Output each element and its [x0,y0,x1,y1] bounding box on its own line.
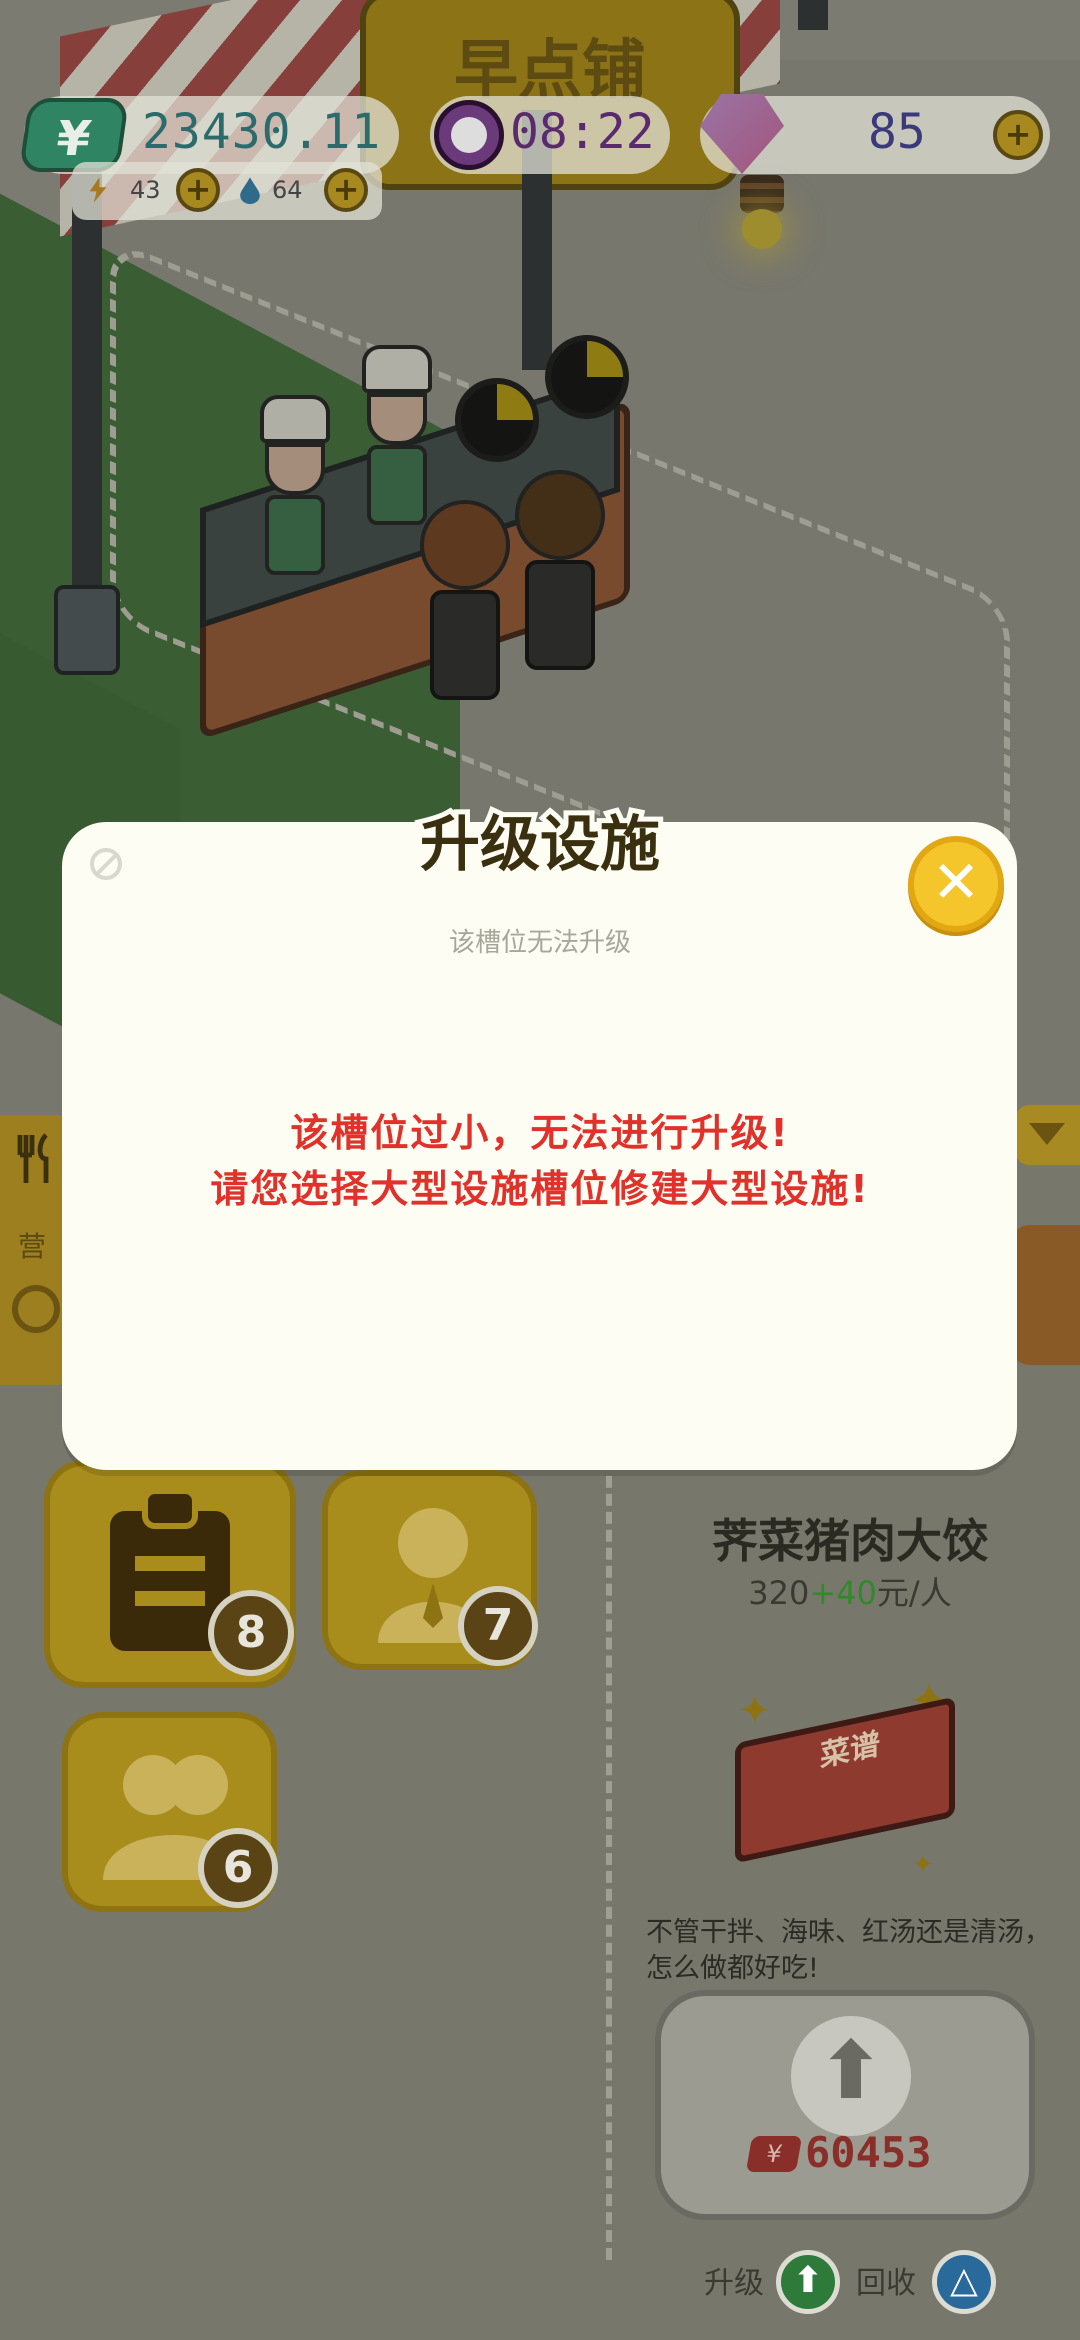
dialog-subtitle: 该槽位无法升级 [448,928,631,958]
staff-tile[interactable]: 7 [322,1470,538,1670]
add-energy-button[interactable]: + [176,168,220,212]
home-icon [12,1285,60,1333]
water-drop-icon [240,177,260,204]
add-gems-button[interactable]: + [993,110,1043,160]
money-value: 23430.11 [142,104,382,160]
recycle-button[interactable]: △ [932,2250,996,2314]
dish-price: 320+40元/人 [650,1568,1050,1614]
sparkle-icon: ✦ [912,1850,934,1880]
lightning-icon [89,177,107,203]
customers-count-badge: 6 [198,1828,278,1908]
dish-price-bonus: +40 [809,1574,877,1612]
orders-count-badge: 8 [208,1590,294,1676]
arrow-up-icon: ⬆ [791,2016,911,2136]
dish-price-base: 320 [748,1574,810,1612]
gem-value: 85 [868,104,926,160]
dialog-message-line-1: 该槽位过小，无法进行升级! [290,1111,790,1155]
upgrade-label: 升级 [704,2266,764,2301]
facility-preview-card[interactable] [1010,1225,1080,1365]
staff-count-badge: 7 [458,1586,538,1666]
orders-tile[interactable]: 8 [44,1460,296,1688]
upgrade-cost: 60453 [805,2128,932,2177]
panel-divider [606,1440,612,2260]
sparkle-icon: ✦ [738,1688,772,1734]
customers-tile[interactable]: 6 [62,1712,278,1912]
water-value: 64 [272,176,303,204]
clock-icon [434,100,504,170]
yuan-icon: ¥ [18,98,130,172]
dish-description: 不管干拌、海味、红汤还是清汤，怎么做都好吃! [646,1917,1051,1984]
dialog-message: 该槽位过小，无法进行升级! 请您选择大型设施槽位修建大型设施! [0,1105,1080,1217]
gem-display: 85 + [700,94,1050,174]
dish-price-unit: 元/人 [876,1574,952,1612]
energy-value: 43 [130,176,161,204]
dialog-message-line-2: 请您选择大型设施槽位修建大型设施! [210,1167,870,1211]
side-tab-label: 营 [18,1230,47,1263]
upgrade-arrow-button[interactable]: ⬆ [776,2250,840,2314]
dish-name: 荠菜猪肉大饺 [712,1514,988,1568]
clock-display: 08:22 [430,96,670,174]
clock-value: 08:22 [510,104,655,160]
add-water-button[interactable]: + [324,168,368,212]
gem-icon [700,94,784,174]
recycle-label: 回收 [856,2266,916,2301]
close-button[interactable]: ✕ [908,836,1004,932]
cost-currency-icon: ¥ [745,2136,803,2172]
resource-bar: 43 + 64 + [72,162,382,220]
upgrade-dish-button[interactable]: ⬆ ¥ 60453 [655,1990,1035,2220]
